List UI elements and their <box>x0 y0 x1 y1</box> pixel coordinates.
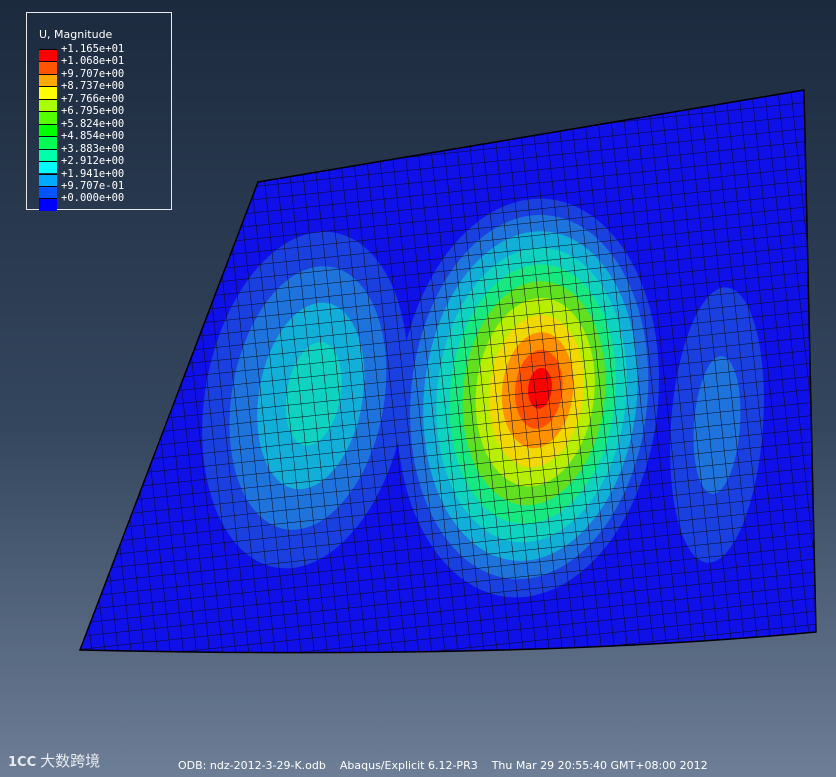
legend-swatch <box>39 136 57 149</box>
legend-label: +6.795e+00 <box>61 105 125 118</box>
legend-label: +7.766e+00 <box>61 92 125 105</box>
legend-swatch <box>39 173 57 186</box>
legend-label: +5.824e+00 <box>61 117 125 130</box>
legend-swatch <box>39 198 57 211</box>
legend-swatch <box>39 161 57 174</box>
contour-legend: U, Magnitude +1.165e+01 +1.068e+01 +9.707e… <box>26 12 172 211</box>
footer-info-text: ODB: ndz-2012-3-29-K.odb Abaqus/Explicit… <box>178 759 708 772</box>
legend-label: +8.737e+00 <box>61 80 125 93</box>
legend-label: +2.912e+00 <box>61 155 125 168</box>
legend-label: +0.000e+00 <box>61 192 125 205</box>
legend-swatch <box>39 73 57 87</box>
mesh-grid <box>80 90 816 653</box>
legend-swatch <box>39 148 57 161</box>
legend-label: +3.883e+00 <box>61 142 125 155</box>
deformed-plate <box>80 90 816 653</box>
legend-label: +9.707e+00 <box>61 67 125 80</box>
legend-label: +1.941e+00 <box>61 167 125 180</box>
legend-swatch <box>39 123 57 137</box>
watermark-text: 大数跨境 <box>40 752 101 770</box>
legend-swatch <box>39 61 57 74</box>
legend-swatch <box>39 98 57 112</box>
legend-label: +1.165e+01 <box>61 43 125 55</box>
legend-label: +9.707e-01 <box>61 179 125 192</box>
legend-label: +1.068e+01 <box>61 55 125 68</box>
legend-swatch <box>39 49 57 62</box>
watermark-logo: 1CC <box>8 755 37 770</box>
watermark: 1CC 大数跨境 <box>8 750 100 771</box>
legend-title: U, Magnitude <box>39 28 113 41</box>
legend-swatch <box>39 86 57 99</box>
legend-label: +4.854e+00 <box>61 130 125 143</box>
legend-swatch <box>39 111 57 124</box>
legend-swatch <box>39 185 57 199</box>
